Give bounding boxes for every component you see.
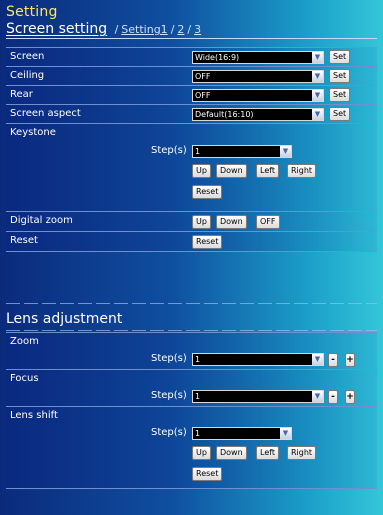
zoom-label: Zoom xyxy=(10,336,39,347)
rear-set-button[interactable]: Set xyxy=(329,88,351,102)
keystone-up-button[interactable]: Up xyxy=(192,164,211,178)
focus-steps-value: 1 xyxy=(195,392,201,401)
chevron-down-icon: ▼ xyxy=(312,391,323,402)
screen-aspect-select[interactable]: Default(16:10) ▼ xyxy=(192,108,324,121)
keystone-left-button[interactable]: Left xyxy=(256,164,280,178)
keystone-down-button[interactable]: Down xyxy=(216,164,247,178)
lens-shift-up-button[interactable]: Up xyxy=(192,446,211,460)
chevron-down-icon: ▼ xyxy=(312,90,323,101)
separator: / xyxy=(114,23,119,36)
chevron-down-icon: ▼ xyxy=(312,354,323,365)
setting3-link[interactable]: 3 xyxy=(194,23,201,36)
keystone-steps-label: Step(s) xyxy=(151,145,187,156)
keystone-steps-value: 1 xyxy=(195,147,201,156)
rear-label: Rear xyxy=(10,89,33,100)
lens-shift-down-button[interactable]: Down xyxy=(216,446,247,460)
lens-shift-label: Lens shift xyxy=(10,410,58,421)
zoom-steps-select[interactable]: 1 ▼ xyxy=(192,353,324,366)
digital-zoom-down-button[interactable]: Down xyxy=(216,215,247,229)
focus-steps-select[interactable]: 1 ▼ xyxy=(192,390,324,403)
keystone-label: Keystone xyxy=(10,127,56,138)
separator: / xyxy=(187,23,192,36)
keystone-reset-button[interactable]: Reset xyxy=(192,185,223,199)
section-title: Screen setting xyxy=(6,21,108,37)
chevron-down-icon: ▼ xyxy=(280,428,291,439)
screen-setting-header: Screen setting / Setting1/2/3 xyxy=(6,21,377,39)
lens-shift-row: Lens shift Step(s) 1 ▼ Up Down Left Righ… xyxy=(6,407,377,489)
ceiling-select[interactable]: OFF ▼ xyxy=(192,70,324,83)
screen-set-button[interactable]: Set xyxy=(329,50,351,64)
setting1-link[interactable]: Setting1 xyxy=(121,23,167,36)
rear-select[interactable]: OFF ▼ xyxy=(192,89,324,102)
rear-row: Rear OFF ▼ Set xyxy=(6,86,377,105)
screen-row: Screen Wide(16:9) ▼ Set xyxy=(6,48,377,67)
screen-aspect-set-button[interactable]: Set xyxy=(329,107,351,121)
lens-adjustment-title: Lens adjustment xyxy=(6,311,123,327)
reset-label: Reset xyxy=(10,235,38,246)
screen-label: Screen xyxy=(10,51,45,62)
lens-shift-right-button[interactable]: Right xyxy=(287,446,317,460)
focus-steps-label: Step(s) xyxy=(151,390,187,401)
lens-shift-steps-select[interactable]: 1 ▼ xyxy=(192,427,292,440)
keystone-right-button[interactable]: Right xyxy=(287,164,317,178)
reset-row: Reset Reset xyxy=(6,232,377,252)
lens-shift-steps-label: Step(s) xyxy=(151,427,187,438)
lens-shift-reset-button[interactable]: Reset xyxy=(192,467,223,481)
rear-select-value: OFF xyxy=(195,91,211,100)
chevron-down-icon: ▼ xyxy=(312,52,323,63)
setting2-link[interactable]: 2 xyxy=(177,23,184,36)
chevron-down-icon: ▼ xyxy=(280,146,291,157)
lens-shift-steps-value: 1 xyxy=(195,429,201,438)
focus-label: Focus xyxy=(10,373,39,384)
screen-setting-panel: Screen Wide(16:9) ▼ Set Ceiling OFF ▼ Se… xyxy=(6,47,377,252)
lens-shift-left-button[interactable]: Left xyxy=(256,446,280,460)
digital-zoom-row: Digital zoom Up Down OFF xyxy=(6,212,377,232)
focus-row: Focus Step(s) 1 ▼ - + xyxy=(6,370,377,407)
chevron-down-icon: ▼ xyxy=(312,71,323,82)
focus-minus-button[interactable]: - xyxy=(328,390,338,404)
lens-adjustment-panel: Zoom Step(s) 1 ▼ - + Focus Step(s) 1 ▼ -… xyxy=(6,332,377,489)
digital-zoom-label: Digital zoom xyxy=(10,215,73,226)
divider xyxy=(6,303,377,304)
screen-aspect-row: Screen aspect Default(16:10) ▼ Set xyxy=(6,105,377,124)
separator: / xyxy=(170,23,175,36)
screen-select-value: Wide(16:9) xyxy=(195,53,240,62)
zoom-minus-button[interactable]: - xyxy=(328,353,338,367)
digital-zoom-off-button[interactable]: OFF xyxy=(256,215,280,229)
reset-button[interactable]: Reset xyxy=(192,235,223,249)
chevron-down-icon: ▼ xyxy=(312,109,323,120)
ceiling-set-button[interactable]: Set xyxy=(329,69,351,83)
ceiling-row: Ceiling OFF ▼ Set xyxy=(6,67,377,86)
zoom-steps-label: Step(s) xyxy=(151,353,187,364)
ceiling-select-value: OFF xyxy=(195,72,211,81)
zoom-plus-button[interactable]: + xyxy=(345,353,355,367)
screen-select[interactable]: Wide(16:9) ▼ xyxy=(192,51,324,64)
zoom-row: Zoom Step(s) 1 ▼ - + xyxy=(6,333,377,370)
ceiling-label: Ceiling xyxy=(10,70,45,81)
focus-plus-button[interactable]: + xyxy=(345,390,355,404)
keystone-row: Keystone Step(s) 1 ▼ Up Down Left Right … xyxy=(6,124,377,212)
page-title: Setting xyxy=(6,4,58,20)
digital-zoom-up-button[interactable]: Up xyxy=(192,215,211,229)
screen-aspect-label: Screen aspect xyxy=(10,108,81,119)
zoom-steps-value: 1 xyxy=(195,355,201,364)
screen-aspect-select-value: Default(16:10) xyxy=(195,110,254,119)
divider xyxy=(6,330,377,331)
keystone-steps-select[interactable]: 1 ▼ xyxy=(192,145,292,158)
